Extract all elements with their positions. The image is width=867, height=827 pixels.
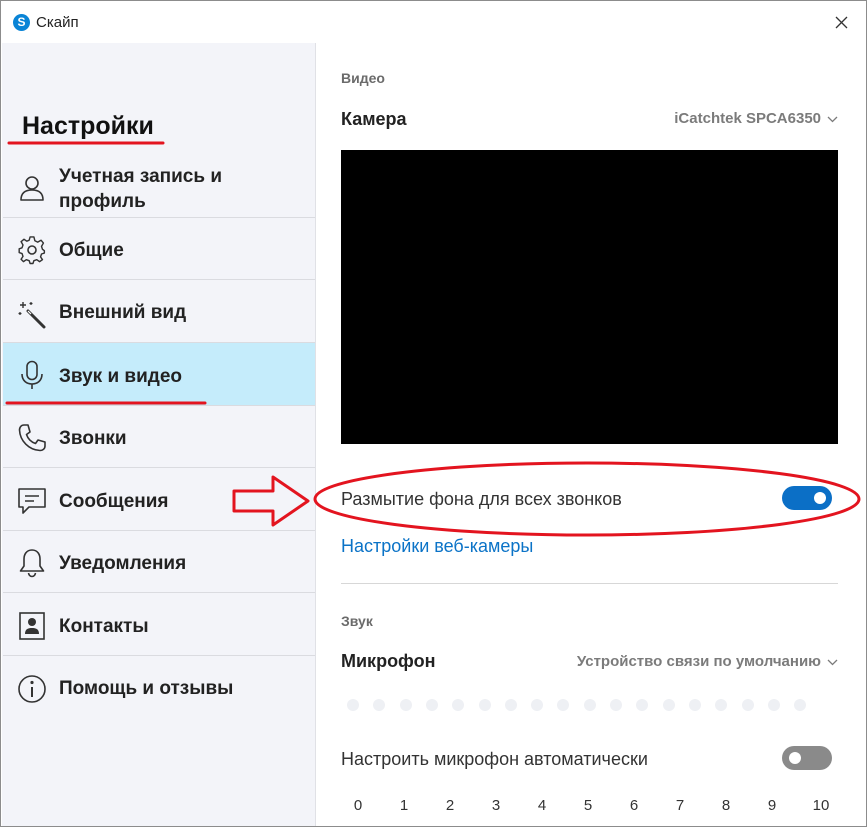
scale-tick-label: 2 [445,797,455,814]
chat-icon [18,488,46,514]
person-icon [20,176,44,201]
magic-wand-icon [18,302,46,329]
sidebar-item-label: Сообщения [59,491,169,512]
auto-mic-label: Настроить микрофон автоматически [341,749,648,769]
mic-level-dot [531,699,544,711]
gear-icon [18,236,46,265]
microphone-volume-scale: 0 1 2 3 4 5 6 7 8 9 10 [341,797,838,819]
toggle-knob [789,752,801,764]
sidebar-item-audio-video[interactable]: Звук и видео [3,343,315,406]
title-bar: S Скайп [1,1,866,43]
mic-level-dot [794,699,807,711]
webcam-settings-link[interactable]: Настройки веб-камеры [341,536,533,557]
section-divider [341,583,838,584]
camera-device-value: iCatchtek SPCA6350 [674,110,821,127]
background-blur-toggle[interactable] [782,486,832,510]
mic-level-dot [504,699,517,711]
mic-level-dot [636,699,649,711]
scale-tick-label: 1 [399,797,409,814]
sidebar-item-label: Звонки [59,428,127,449]
phone-icon [18,424,46,452]
settings-sidebar: Настройки Учетная запись и профиль Общие [2,43,316,826]
contact-card-icon [19,612,45,640]
mic-level-dot [452,699,465,711]
sidebar-item-account[interactable]: Учетная запись и профиль [3,162,315,218]
sidebar-item-label: Внешний вид [59,302,187,323]
mic-level-dot [425,699,438,711]
sidebar-item-calls[interactable]: Звонки [3,406,315,468]
close-button[interactable] [821,7,861,39]
mic-level-dot [688,699,701,711]
mic-level-dot [583,699,596,711]
background-blur-label: Размытие фона для всех звонков [341,489,622,509]
sidebar-item-label: Уведомления [59,553,187,574]
audio-section-label: Звук [341,613,373,629]
chevron-down-icon [827,116,838,122]
mic-level-dot [373,699,386,711]
camera-select[interactable]: iCatchtek SPCA6350 [674,110,838,127]
video-section-label: Видео [341,70,385,86]
scale-tick-label: 5 [583,797,593,814]
mic-level-dot [399,699,412,711]
sidebar-item-label: Учетная запись и [59,166,223,187]
settings-content: Видео Камера iCatchtek SPCA6350 Размытие… [317,43,866,826]
microphone-level-meter [347,699,837,711]
mic-level-dot [557,699,570,711]
mic-level-dot [610,699,622,711]
bell-icon [19,549,45,578]
toggle-knob [814,492,826,504]
scale-tick-label: 0 [353,797,363,814]
skype-settings-window: S Скайп Настройки Учетная запись и профи… [0,0,867,827]
sidebar-item-general[interactable]: Общие [3,218,315,280]
microphone-select[interactable]: Устройство связи по умолчанию [577,653,838,670]
mic-level-dot [478,699,491,711]
scale-tick-label: 7 [675,797,685,814]
sidebar-item-appearance[interactable]: Внешний вид [3,280,315,343]
window-title: Скайп [36,14,79,31]
mic-level-dot [741,699,754,711]
camera-preview [341,150,838,444]
mic-level-dot [715,699,728,711]
sidebar-item-label: Общие [59,240,124,261]
scale-tick-label: 3 [491,797,501,814]
sidebar-item-contacts[interactable]: Контакты [3,593,315,656]
sidebar-item-notifications[interactable]: Уведомления [3,531,315,593]
sidebar-item-label: Помощь и отзывы [59,678,234,699]
chevron-down-icon [827,659,838,665]
sidebar-item-label: профиль [59,191,146,212]
scale-tick-label: 4 [537,797,547,814]
sidebar-item-label: Контакты [59,616,149,637]
sidebar-item-label: Звук и видео [59,366,183,387]
microphone-icon [21,360,43,389]
auto-mic-toggle[interactable] [782,746,832,770]
camera-label: Камера [341,109,407,129]
scale-tick-label: 6 [629,797,639,814]
info-icon [18,675,46,703]
mic-level-dot [767,699,780,711]
skype-logo-icon: S [13,14,30,31]
sidebar-item-help[interactable]: Помощь и отзывы [3,656,315,718]
scale-tick-label: 8 [721,797,731,814]
scale-tick-label: 10 [812,797,830,814]
microphone-device-value: Устройство связи по умолчанию [576,653,821,670]
mic-level-dot [347,699,359,711]
microphone-label: Микрофон [341,651,436,671]
mic-level-dot [662,699,675,711]
settings-title: Настройки [22,112,154,140]
sidebar-item-messages[interactable]: Сообщения [3,468,315,531]
scale-tick-label: 9 [767,797,777,814]
close-icon [835,16,848,29]
